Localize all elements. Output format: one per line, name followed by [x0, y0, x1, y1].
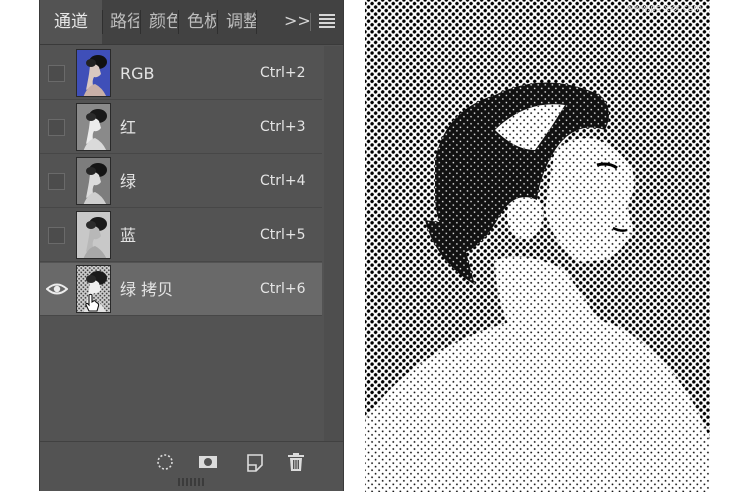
visibility-toggle[interactable]: [48, 227, 65, 244]
channel-name: 蓝: [120, 226, 137, 245]
portrait-thumbnail-icon: [77, 50, 110, 96]
halftone-portrait-image: www.ps-xxx.com: [365, 0, 710, 492]
channel-thumbnail: [76, 103, 111, 151]
visibility-toggle[interactable]: [48, 173, 65, 190]
channel-shortcut: Ctrl+6: [260, 281, 306, 297]
panel-tab-bar: 通道 路径 颜色 色板 调整 >>: [40, 0, 343, 45]
visibility-toggle[interactable]: [48, 65, 65, 82]
portrait-thumbnail-icon: [77, 212, 110, 258]
channel-thumbnail: [76, 157, 111, 205]
mask-icon[interactable]: [197, 451, 219, 473]
resize-grip-icon[interactable]: [178, 478, 206, 486]
channel-thumbnail: [76, 49, 111, 97]
panel-menu-icon[interactable]: [319, 14, 335, 28]
channel-row-blue[interactable]: 蓝 Ctrl+5: [40, 209, 322, 262]
visibility-toggle[interactable]: [48, 119, 65, 136]
selection-icon[interactable]: [154, 451, 176, 473]
portrait-thumbnail-icon: [77, 158, 110, 204]
channel-shortcut: Ctrl+2: [260, 65, 306, 81]
portrait-thumbnail-icon: [77, 104, 110, 150]
channel-name: 红: [120, 118, 137, 137]
trash-icon[interactable]: [285, 451, 307, 473]
channel-thumbnail: [76, 211, 111, 259]
channel-name: 绿: [120, 172, 137, 191]
tab-paths[interactable]: 路径: [102, 0, 139, 44]
hand-cursor-icon: [85, 293, 100, 312]
eye-icon[interactable]: [46, 282, 68, 296]
channel-row-green[interactable]: 绿 Ctrl+4: [40, 155, 322, 208]
channel-shortcut: Ctrl+4: [260, 173, 306, 189]
new-channel-icon[interactable]: [244, 451, 266, 473]
channel-row-green-copy[interactable]: 绿 拷贝 Ctrl+6: [40, 263, 322, 316]
channels-panel: 通道 路径 颜色 色板 调整 >> RGB Ctrl+2 红 Ctrl+3 绿 …: [40, 0, 343, 491]
tab-color[interactable]: 颜色: [141, 0, 177, 44]
channel-row-red[interactable]: 红 Ctrl+3: [40, 101, 322, 154]
channel-name: RGB: [120, 64, 155, 83]
tab-channels[interactable]: 通道: [40, 0, 102, 44]
channel-row-rgb[interactable]: RGB Ctrl+2: [40, 47, 322, 100]
channel-shortcut: Ctrl+5: [260, 227, 306, 243]
channel-name: 绿 拷贝: [120, 280, 174, 299]
channel-shortcut: Ctrl+3: [260, 119, 306, 135]
scrollbar[interactable]: [324, 46, 343, 441]
channel-list: RGB Ctrl+2 红 Ctrl+3 绿 Ctrl+4 蓝 Ctrl+5 绿 …: [40, 47, 322, 319]
tab-swatches[interactable]: 色板: [179, 0, 216, 44]
tab-divider: [256, 10, 257, 34]
menu-divider: [310, 13, 311, 31]
tab-adjustments[interactable]: 调整: [218, 0, 256, 44]
watermark: www.ps-xxx.com: [626, 4, 702, 14]
halftone-portrait-icon: [365, 0, 710, 492]
more-tabs-button[interactable]: >>: [284, 0, 311, 44]
